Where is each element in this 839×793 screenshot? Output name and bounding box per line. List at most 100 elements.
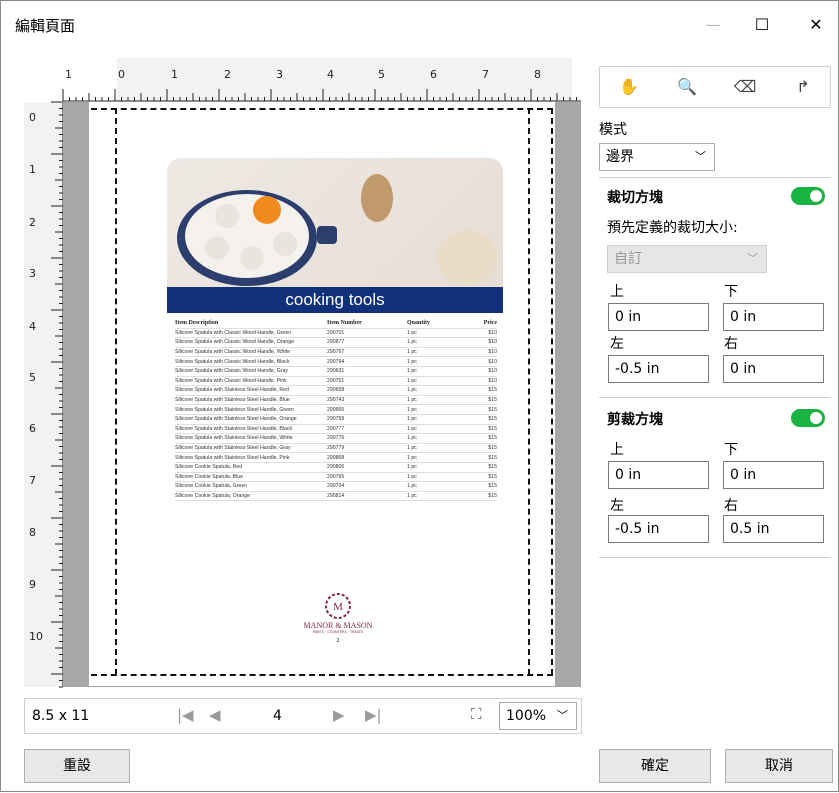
table-cell: 1 pc xyxy=(407,349,417,356)
table-row: Silicone Spatula with Stainless Steel Ha… xyxy=(175,453,497,463)
hero-photo xyxy=(167,158,503,288)
table-cell: 290704 xyxy=(327,483,345,490)
trim-right-field[interactable]: 0.5 in xyxy=(723,515,824,543)
table-row: Silicone Spatula with Stainless Steel Ha… xyxy=(175,444,497,454)
column-header: Item Description xyxy=(175,320,219,327)
table-cell: 290794 xyxy=(327,358,345,365)
table-row: Silicone Spatula with Stainless Steel Ha… xyxy=(175,396,497,406)
zoom-select[interactable]: 100% ﹀ xyxy=(499,702,577,730)
column-header: Item Number xyxy=(327,320,362,327)
fit-page-icon[interactable]: ⛶ xyxy=(471,705,482,723)
table-cell: 290631 xyxy=(327,368,345,375)
table-cell: 1 pc xyxy=(407,387,417,394)
table-row: Silicone Spatula with Stainless Steel Ha… xyxy=(175,434,497,444)
trim-top-label: 上 xyxy=(610,442,624,458)
table-cell: 290767 xyxy=(327,349,345,356)
table-cell: 290806 xyxy=(327,464,345,471)
zoom-value: 100% xyxy=(506,708,547,724)
crop-box-toggle[interactable] xyxy=(791,187,825,205)
crop-box-right-line xyxy=(551,108,553,675)
table-cell: 290701 xyxy=(327,329,345,336)
column-header: Price xyxy=(483,320,497,327)
trim-box-toggle[interactable] xyxy=(791,409,825,427)
ok-button[interactable]: 確定 xyxy=(599,749,711,783)
table-cell: Silicone Cookie Spatula, Orange xyxy=(175,492,250,499)
mode-value: 邊界 xyxy=(606,149,634,165)
table-row: Silicone Spatula with Stainless Steel Ha… xyxy=(175,386,497,396)
eraser-icon[interactable]: ⌫ xyxy=(716,67,774,107)
trim-left-field[interactable]: -0.5 in xyxy=(608,515,709,543)
magnifier-icon[interactable]: 🔍 xyxy=(658,67,716,107)
table-cell: $10 xyxy=(488,329,497,336)
crop-box-left-line xyxy=(115,108,117,675)
reset-button[interactable]: 重設 xyxy=(24,749,130,783)
mode-select[interactable]: 邊界 ﹀ xyxy=(599,143,715,171)
table-cell: 1 pc xyxy=(407,339,417,346)
table-row: Silicone Spatula with Classic Wood Handl… xyxy=(175,377,497,387)
crop-top-label: 上 xyxy=(610,284,624,300)
previous-page-icon[interactable]: ◀ xyxy=(209,706,221,724)
product-table: Item Description Item Number Quantity Pr… xyxy=(175,319,497,502)
table-cell: $15 xyxy=(488,492,497,499)
trim-box-right-line xyxy=(528,108,530,675)
preset-size-label: 預先定義的裁切大小: xyxy=(607,220,738,236)
table-cell: 290751 xyxy=(327,377,345,384)
last-page-icon[interactable]: ▶| xyxy=(365,706,382,724)
preset-size-select[interactable]: 自訂 ﹀ xyxy=(607,245,767,273)
table-cell: 1 pc xyxy=(407,473,417,480)
paper-size: 8.5 x 11 xyxy=(32,708,90,724)
hand-icon[interactable]: ✋ xyxy=(600,67,658,107)
trim-left-label: 左 xyxy=(610,498,624,514)
brand-tagline: PANTS · COUNTERS · TREATS xyxy=(312,630,364,634)
table-row: Silicone Spatula with Stainless Steel Ha… xyxy=(175,405,497,415)
table-cell: 1 pc xyxy=(407,483,417,490)
crop-bottom-field[interactable]: 0 in xyxy=(723,303,824,331)
table-cell: $15 xyxy=(488,387,497,394)
trim-bottom-field[interactable]: 0 in xyxy=(723,461,824,489)
table-cell: $15 xyxy=(488,483,497,490)
next-page-icon[interactable]: ▶ xyxy=(333,706,345,724)
brand-name: MANOR & MASON xyxy=(303,621,373,630)
table-cell: 290759 xyxy=(327,416,345,423)
table-cell: $15 xyxy=(488,445,497,452)
table-cell: $15 xyxy=(488,406,497,413)
table-cell: $15 xyxy=(488,454,497,461)
current-page[interactable]: 4 xyxy=(273,708,282,724)
navigation-bar: 8.5 x 11 |◀ ◀ 4 ▶ ▶| ⛶ 100% ﹀ xyxy=(24,698,582,734)
first-page-icon[interactable]: |◀ xyxy=(177,706,194,724)
cancel-button[interactable]: 取消 xyxy=(725,749,833,783)
table-cell: 290665 xyxy=(327,406,345,413)
trim-bottom-label: 下 xyxy=(724,442,738,458)
table-cell: Silicone Spatula with Classic Wood Handl… xyxy=(175,349,290,356)
table-cell: Silicone Spatula with Stainless Steel Ha… xyxy=(175,387,289,394)
table-cell: 290765 xyxy=(327,473,345,480)
rotate-icon[interactable]: ↱ xyxy=(774,67,832,107)
crop-left-field[interactable]: -0.5 in xyxy=(608,355,709,383)
table-cell: 290877 xyxy=(327,339,345,346)
table-cell: 1 pc xyxy=(407,368,417,375)
table-cell: 1 pc xyxy=(407,454,417,461)
table-cell: 1 pc xyxy=(407,397,417,404)
table-cell: Silicone Spatula with Stainless Steel Ha… xyxy=(175,397,290,404)
table-cell: 1 pc xyxy=(407,492,417,499)
brand-emblem-letter: M xyxy=(333,601,343,613)
table-cell: 1 pc xyxy=(407,464,417,471)
table-row: Silicone Spatula with Classic Wood Handl… xyxy=(175,338,497,348)
crop-top-field[interactable]: 0 in xyxy=(608,303,709,331)
table-row: Silicone Spatula with Classic Wood Handl… xyxy=(175,357,497,367)
table-cell: Silicone Spatula with Stainless Steel Ha… xyxy=(175,454,290,461)
table-row: Silicone Cookie Spatula, Green 290704 1 pc… xyxy=(175,482,497,492)
table-cell: Silicone Spatula with Classic Wood Handl… xyxy=(175,377,287,384)
crop-right-field[interactable]: 0 in xyxy=(723,355,824,383)
table-cell: 1 pc xyxy=(407,425,417,432)
chevron-down-icon: ﹀ xyxy=(747,252,758,265)
table-row: Silicone Cookie Spatula, Blue 290765 1 pc $… xyxy=(175,473,497,483)
brand-emblem: M xyxy=(325,593,351,619)
crop-box-bottom-line xyxy=(91,674,553,676)
table-cell: $15 xyxy=(488,473,497,480)
trim-top-field[interactable]: 0 in xyxy=(608,461,709,489)
preview-page-number: 2 xyxy=(336,638,340,644)
table-cell: Silicone Spatula with Stainless Steel Ha… xyxy=(175,445,291,452)
divider xyxy=(599,397,831,398)
crop-bottom-label: 下 xyxy=(724,284,738,300)
